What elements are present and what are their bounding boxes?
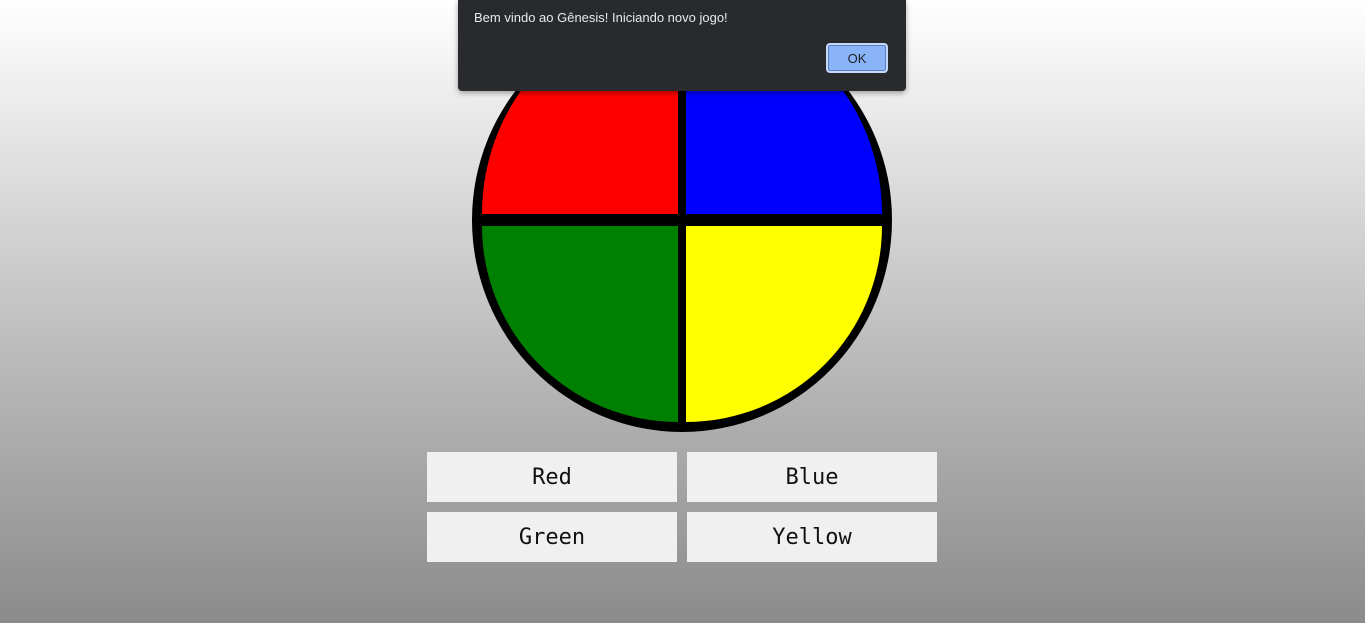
- red-button[interactable]: Red: [427, 452, 677, 502]
- ok-button[interactable]: OK: [826, 43, 888, 73]
- green-quadrant[interactable]: [482, 226, 678, 422]
- yellow-quadrant[interactable]: [686, 226, 882, 422]
- alert-dialog: Bem vindo ao Gênesis! Iniciando novo jog…: [458, 0, 906, 91]
- yellow-button[interactable]: Yellow: [687, 512, 937, 562]
- green-button[interactable]: Green: [427, 512, 677, 562]
- blue-button[interactable]: Blue: [687, 452, 937, 502]
- alert-message: Bem vindo ao Gênesis! Iniciando novo jog…: [474, 10, 728, 25]
